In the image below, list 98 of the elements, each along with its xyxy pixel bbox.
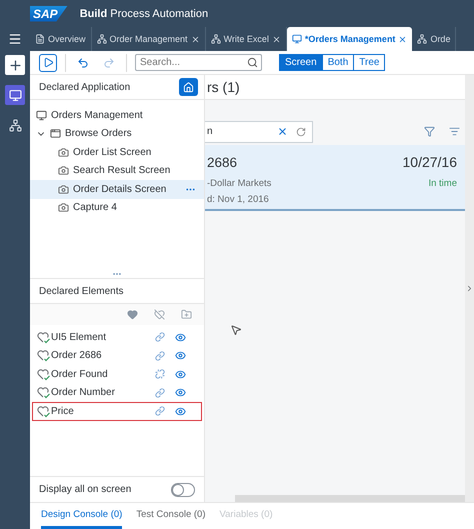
menu-icon bbox=[8, 32, 22, 46]
logo: SAP bbox=[30, 6, 68, 22]
hierarchy-icon bbox=[417, 34, 428, 44]
tree-item-label: Browse Orders bbox=[65, 128, 132, 140]
camera-icon bbox=[58, 202, 69, 214]
hierarchy-icon bbox=[8, 118, 22, 132]
customer-name: -Dollar Markets bbox=[207, 178, 272, 188]
panel-title: Declared Elements bbox=[39, 286, 124, 296]
display-switch[interactable] bbox=[171, 482, 195, 496]
view-toggle[interactable]: Screen bbox=[279, 54, 323, 71]
broken-link-icon[interactable] bbox=[155, 369, 165, 380]
heart-check-icon bbox=[37, 349, 51, 362]
tree-item-label: Order Details Screen bbox=[73, 184, 166, 195]
element-row[interactable]: UI5 Element bbox=[32, 328, 202, 346]
tree-item[interactable]: Search Result Screen bbox=[30, 162, 204, 180]
house-button[interactable] bbox=[179, 78, 198, 96]
tree-item[interactable]: Order List Screen bbox=[30, 143, 204, 162]
sort-icon[interactable] bbox=[449, 126, 460, 137]
order-status: In time bbox=[427, 178, 457, 188]
add-button[interactable] bbox=[5, 55, 25, 75]
camera-icon bbox=[58, 146, 69, 158]
tree-item-label: Orders Management bbox=[51, 110, 143, 121]
order-title: 2686 bbox=[207, 154, 238, 170]
tree-item[interactable]: Orders Management bbox=[30, 106, 204, 124]
panel-title: Declared Application bbox=[39, 82, 130, 92]
eye-icon[interactable] bbox=[175, 406, 186, 417]
element-row[interactable]: Order 2686 bbox=[32, 346, 202, 365]
heart-check-icon bbox=[37, 404, 51, 418]
search-field[interactable]: Search... bbox=[135, 54, 262, 71]
refresh-icon[interactable] bbox=[296, 126, 306, 136]
monitor-icon bbox=[36, 110, 47, 121]
hierarchy-icon bbox=[210, 34, 221, 44]
tree-item-label: Capture 4 bbox=[73, 202, 117, 214]
tab-label: Order Management bbox=[110, 34, 188, 44]
heart-icon[interactable] bbox=[127, 309, 138, 320]
order-date: 10/27/16 bbox=[402, 154, 457, 170]
console-tab[interactable]: Design Console (0) bbox=[41, 503, 122, 529]
tree-item[interactable]: Browse Orders bbox=[30, 124, 204, 143]
tab-label: Write Excel bbox=[224, 34, 269, 44]
tree-item[interactable]: Order Details Screen bbox=[30, 180, 204, 198]
order-received: d: Nov 1, 2016 bbox=[207, 194, 270, 204]
hierarchy-icon bbox=[96, 34, 107, 44]
horizontal-scrollbar[interactable] bbox=[235, 495, 465, 502]
close-icon[interactable] bbox=[190, 34, 200, 44]
tree-item-label: Search Result Screen bbox=[73, 165, 170, 176]
window-icon bbox=[50, 128, 61, 140]
tree-item[interactable]: Capture 4 bbox=[30, 198, 204, 217]
run-button[interactable] bbox=[39, 54, 57, 72]
tree-item-label: Order List Screen bbox=[73, 146, 152, 158]
tab-label: Orde bbox=[430, 34, 450, 44]
element-label: Order Found bbox=[51, 368, 109, 380]
element-label: Order 2686 bbox=[51, 350, 103, 362]
play-icon bbox=[42, 57, 54, 68]
view-toggle[interactable]: Both bbox=[322, 54, 354, 71]
link-icon[interactable] bbox=[155, 332, 165, 342]
heart-check-icon bbox=[37, 386, 51, 400]
tab-label: Overview bbox=[48, 34, 86, 44]
undo-icon bbox=[77, 56, 89, 68]
element-label: UI5 Element bbox=[51, 332, 108, 343]
chevron-right-icon[interactable] bbox=[465, 284, 474, 293]
console-tab[interactable]: Test Console (0) bbox=[136, 503, 206, 529]
filter-icon[interactable] bbox=[424, 126, 435, 137]
close-icon[interactable] bbox=[272, 34, 281, 44]
monitor-button[interactable] bbox=[5, 85, 25, 105]
link-icon[interactable] bbox=[155, 406, 165, 416]
list-search-field[interactable]: n bbox=[205, 120, 313, 142]
order-list-item[interactable]: 2686 10/27/16 -Dollar Markets In time d: Nov 1, 2016 bbox=[205, 145, 465, 211]
eye-icon[interactable] bbox=[175, 332, 186, 343]
view-toggle[interactable]: Tree bbox=[353, 54, 386, 71]
close-icon[interactable] bbox=[398, 34, 408, 44]
eye-icon[interactable] bbox=[175, 350, 186, 362]
tab[interactable]: *Orders Management bbox=[286, 27, 412, 51]
list-title: rs (1) bbox=[207, 79, 240, 95]
monitor-icon bbox=[292, 34, 302, 44]
heart-check-icon bbox=[37, 330, 51, 344]
redo-icon bbox=[103, 56, 115, 68]
heart-check-icon bbox=[37, 368, 51, 381]
app-title: Build Process Automation bbox=[80, 8, 208, 20]
link-icon[interactable] bbox=[155, 388, 165, 398]
document-icon bbox=[35, 34, 45, 44]
clear-icon[interactable] bbox=[277, 126, 288, 137]
camera-icon bbox=[58, 165, 69, 176]
camera-icon bbox=[58, 184, 69, 195]
plus-icon bbox=[8, 58, 22, 72]
eye-icon[interactable] bbox=[175, 368, 186, 380]
element-label: Order Number bbox=[51, 387, 116, 398]
element-label: Price bbox=[51, 406, 75, 417]
toggle-label: Display all on screen bbox=[39, 484, 132, 495]
cursor-icon bbox=[230, 324, 242, 336]
monitor-icon bbox=[8, 88, 22, 102]
link-icon[interactable] bbox=[155, 350, 165, 361]
house-icon bbox=[183, 82, 194, 92]
search-icon[interactable] bbox=[247, 57, 258, 68]
element-row[interactable]: Order Number bbox=[32, 384, 202, 402]
element-row[interactable]: Order Found bbox=[32, 365, 202, 384]
eye-icon[interactable] bbox=[175, 387, 186, 398]
tab-label: *Orders Management bbox=[304, 34, 396, 44]
element-row[interactable]: Price bbox=[32, 402, 202, 420]
